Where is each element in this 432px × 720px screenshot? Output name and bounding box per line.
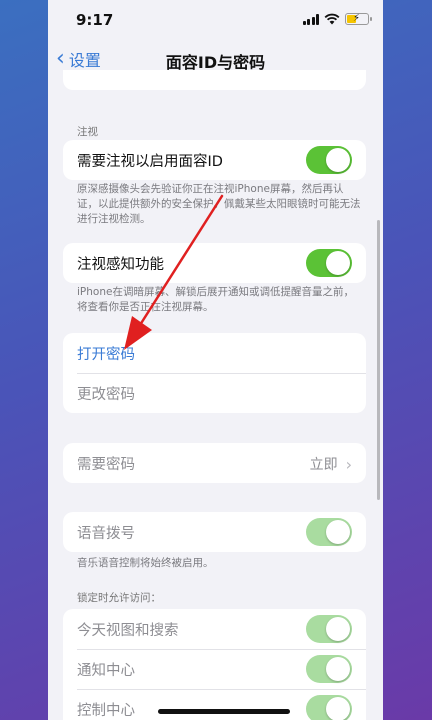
control-center-row[interactable]: 控制中心 xyxy=(63,689,366,720)
today-view-toggle[interactable] xyxy=(306,615,352,643)
control-center-toggle[interactable] xyxy=(306,695,352,720)
notification-center-label: 通知中心 xyxy=(77,662,135,679)
attention-group: 需要注视以启用面容ID xyxy=(63,140,366,180)
voice-dial-label: 语音拨号 xyxy=(77,525,135,542)
require-passcode-group: 需要密码 立即 › xyxy=(63,443,366,483)
today-view-row[interactable]: 今天视图和搜索 xyxy=(63,609,366,649)
locked-access-header: 锁定时允许访问： xyxy=(77,592,161,604)
status-bar: 9:17 ⚡ xyxy=(48,0,383,40)
notification-center-toggle[interactable] xyxy=(306,655,352,683)
require-passcode-detail: 立即 › xyxy=(310,454,352,474)
turn-on-passcode-label: 打开密码 xyxy=(77,346,135,363)
status-time: 9:17 xyxy=(76,11,114,29)
change-passcode-label: 更改密码 xyxy=(77,386,135,403)
passcode-group: 打开密码 更改密码 xyxy=(63,333,366,413)
attention-aware-group: 注视感知功能 xyxy=(63,243,366,283)
require-passcode-row[interactable]: 需要密码 立即 › xyxy=(63,443,366,483)
battery-icon: ⚡ xyxy=(345,13,372,25)
attention-aware-row[interactable]: 注视感知功能 xyxy=(63,243,366,283)
attention-aware-label: 注视感知功能 xyxy=(77,256,164,273)
attention-aware-footer: iPhone在调暗屏幕、解锁后展开通知或调低提醒音量之前，将查看你是否正在注视屏… xyxy=(77,286,354,313)
require-attention-toggle[interactable] xyxy=(306,146,352,174)
attention-aware-toggle[interactable] xyxy=(306,249,352,277)
voice-dial-toggle[interactable] xyxy=(306,518,352,546)
require-passcode-label: 需要密码 xyxy=(77,456,135,473)
cellular-signal-icon xyxy=(302,13,319,25)
locked-access-group: 今天视图和搜索 通知中心 控制中心 xyxy=(63,609,366,720)
settings-screen: 9:17 ⚡ ‹ 设置 面容ID与密码 注视 需要注视以启用面容ID 原深感摄像… xyxy=(48,0,383,720)
change-passcode-row[interactable]: 更改密码 xyxy=(63,373,366,413)
home-indicator[interactable] xyxy=(158,709,290,714)
voice-dial-row[interactable]: 语音拨号 xyxy=(63,512,366,552)
previous-group-bottom xyxy=(63,70,366,90)
require-passcode-value: 立即 xyxy=(309,457,338,473)
require-attention-label: 需要注视以启用面容ID xyxy=(77,153,223,170)
wifi-icon xyxy=(324,13,340,25)
chevron-right-icon: › xyxy=(345,454,352,474)
scrollbar[interactable] xyxy=(377,220,380,500)
voice-dial-footer: 音乐语音控制将始终被启用。 xyxy=(77,557,214,569)
control-center-label: 控制中心 xyxy=(77,702,135,719)
attention-section-header: 注视 xyxy=(77,126,98,138)
require-attention-footer: 原深感摄像头会先验证你正在注视iPhone屏幕，然后再认证，以此提供额外的安全保… xyxy=(77,183,361,225)
require-attention-row[interactable]: 需要注视以启用面容ID xyxy=(63,140,366,180)
voice-dial-group: 语音拨号 xyxy=(63,512,366,552)
notification-center-row[interactable]: 通知中心 xyxy=(63,649,366,689)
turn-on-passcode-row[interactable]: 打开密码 xyxy=(63,333,366,373)
today-view-label: 今天视图和搜索 xyxy=(77,622,179,639)
charging-bolt-icon: ⚡ xyxy=(353,13,361,24)
status-icons: ⚡ xyxy=(302,13,372,25)
